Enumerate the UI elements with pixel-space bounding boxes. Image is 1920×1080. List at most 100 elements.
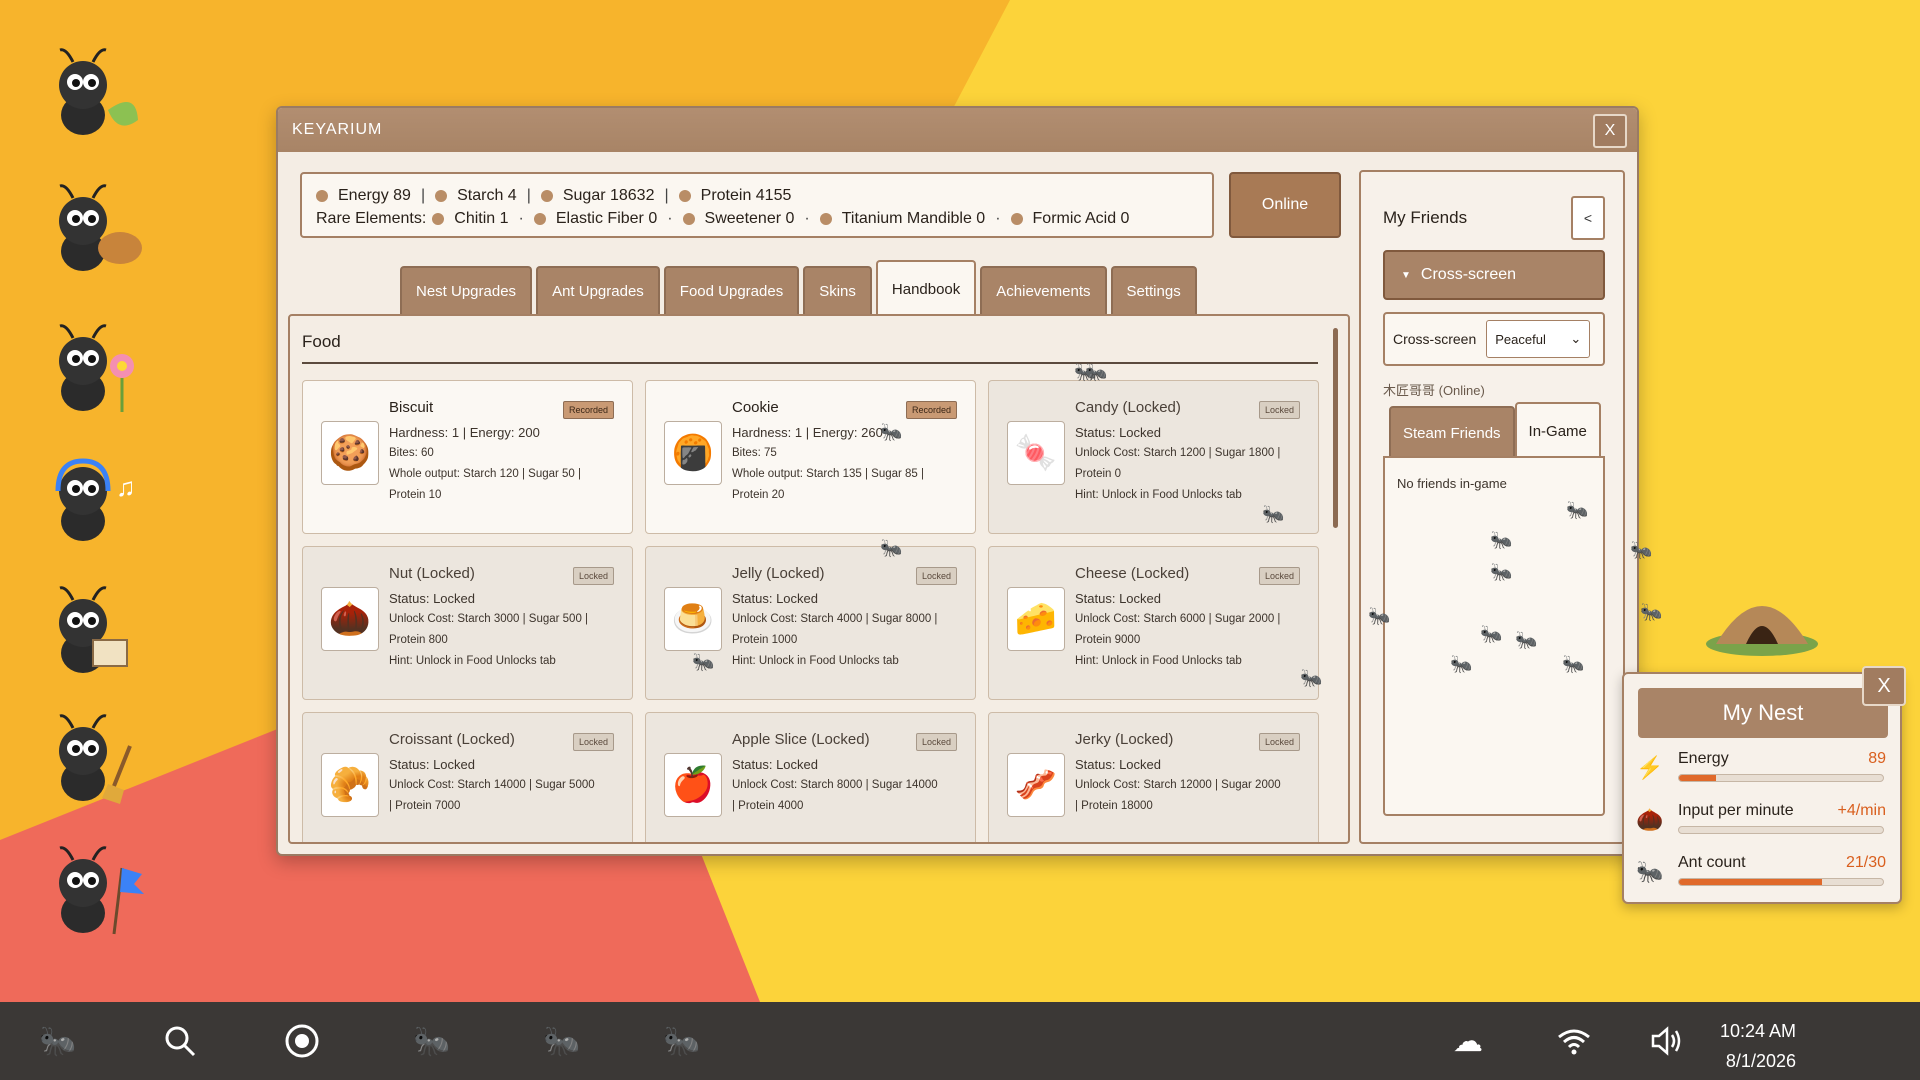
my-nest-widget: My Nest X ⚡ Energy 89 🌰 Input per minute… [1622, 666, 1906, 904]
food-card[interactable]: 🍮 Jelly (Locked) Locked Status: Locked Unloc… [645, 546, 976, 700]
task-view-icon[interactable] [274, 1013, 330, 1069]
desktop-ant-flag-icon[interactable] [38, 838, 148, 948]
desktop-ant-broom-icon[interactable] [38, 706, 148, 816]
scrollbar[interactable] [1333, 328, 1338, 528]
food-card[interactable]: 🍎 Apple Slice (Locked) Locked Status: Locke… [645, 712, 976, 842]
mode-select[interactable]: Peaceful ⌄ [1486, 320, 1591, 358]
section-title: Food [302, 332, 341, 351]
online-button[interactable]: Online [1229, 172, 1341, 238]
food-line-3: Protein 9000 [1075, 634, 1141, 646]
food-line-3: Protein 1000 [732, 634, 798, 646]
search-icon[interactable] [152, 1013, 208, 1069]
food-line-4: Hint: Unlock in Food Unlocks tab [389, 655, 556, 667]
system-clock[interactable]: 10:24 AM 8/1/2026 [1720, 1016, 1796, 1076]
tab-food-upgrades[interactable]: Food Upgrades [663, 266, 800, 314]
ant-icon: 🐜 [1636, 859, 1664, 884]
food-card[interactable]: 🧀 Cheese (Locked) Locked Status: Locked Unlo… [988, 546, 1319, 700]
food-line-1: Status: Locked [1075, 757, 1161, 772]
titanium-icon [819, 212, 832, 225]
food-line-2: Bites: 75 [732, 447, 777, 459]
tab-settings[interactable]: Settings [1110, 266, 1197, 314]
res-protein: Protein 4155 [700, 186, 792, 204]
jerky-icon: 🥓 [1007, 753, 1065, 817]
handbook-panel: Food 🍪 Biscuit Recorded Hardness: 1 | Energ… [288, 314, 1350, 844]
tab-ant-upgrades[interactable]: Ant Upgrades [536, 266, 660, 314]
cross-screen-dropdown[interactable]: ▼ Cross-screen [1383, 250, 1605, 300]
res-energy: Energy 89 [338, 186, 411, 204]
food-line-1: Status: Locked [1075, 591, 1161, 606]
roaming-ant-icon: 🐜 [1566, 500, 1589, 520]
energy-icon: ⚡ [1636, 755, 1664, 780]
food-line-3: Protein 0 [1075, 468, 1122, 480]
resource-bar: Energy 89 | Starch 4 | Sugar 18632 | Protei… [300, 172, 1214, 238]
desktop-ant-bread-icon[interactable] [38, 176, 148, 286]
cookie-icon: 🍘 [664, 421, 722, 485]
food-line-2: Unlock Cost: Starch 14000 | Sugar 5000 [389, 779, 595, 791]
tab-skins[interactable]: Skins [803, 266, 872, 314]
food-line-1: Status: Locked [732, 757, 818, 772]
friends-collapse-button[interactable]: < [1571, 196, 1605, 240]
cloud-icon[interactable]: ☁ [1440, 1013, 1496, 1069]
cheese-icon: 🧀 [1007, 587, 1065, 651]
wifi-icon[interactable] [1546, 1013, 1602, 1069]
food-card[interactable]: 🍘 Cookie Recorded Hardness: 1 | Energy: 260… [645, 380, 976, 534]
clock-time: 10:24 AM [1719, 1021, 1796, 1041]
sweetener-icon [682, 212, 695, 225]
res-sugar: Sugar 18632 [562, 186, 655, 204]
volume-icon[interactable] [1638, 1013, 1694, 1069]
roaming-ant-icon: 🐜 [1450, 654, 1473, 674]
window-close-button[interactable]: X [1593, 114, 1627, 148]
nest-close-button[interactable]: X [1862, 666, 1906, 706]
tab-achievements[interactable]: Achievements [980, 266, 1107, 314]
res-chitin: Chitin 1 [454, 209, 509, 227]
status-badge: Locked [1258, 567, 1300, 585]
start-ant-icon[interactable]: 🐜 [30, 1013, 86, 1069]
taskbar-ant-leaf-icon[interactable]: 🐜 [404, 1013, 460, 1069]
taskbar-ant-flag-icon[interactable]: 🐜 [654, 1013, 710, 1069]
protein-icon [678, 189, 691, 202]
tab-handbook[interactable]: Handbook [875, 260, 977, 316]
res-starch: Starch 4 [457, 186, 517, 204]
anthill-icon[interactable] [1702, 578, 1822, 658]
food-line-2: Unlock Cost: Starch 1200 | Sugar 1800 | [1075, 447, 1281, 459]
roaming-ant-icon: 🐜 [1262, 504, 1285, 524]
desktop-ant-leaf-icon[interactable] [38, 40, 148, 150]
status-badge: Recorded [562, 401, 614, 419]
status-badge: Recorded [905, 401, 957, 419]
nest-title: My Nest [1638, 688, 1888, 738]
desktop-ant-flower-icon[interactable] [38, 316, 148, 426]
window-title: KEYARIUM [292, 121, 383, 138]
food-line-1: Status: Locked [732, 591, 818, 606]
roaming-ant-icon: 🐜 [1368, 606, 1391, 626]
food-line-3: | Protein 4000 [732, 800, 804, 812]
res-titanium: Titanium Mandible 0 [841, 209, 986, 227]
stat-energy: ⚡ Energy 89 [1634, 746, 1890, 796]
food-card[interactable]: 🥓 Jerky (Locked) Locked Status: Locked Unloc… [988, 712, 1319, 842]
food-line-4: Hint: Unlock in Food Unlocks tab [1075, 655, 1242, 667]
food-line-1: Hardness: 1 | Energy: 260 [732, 425, 883, 440]
status-badge: Locked [1258, 733, 1300, 751]
jelly-icon: 🍮 [664, 587, 722, 651]
status-badge: Locked [1258, 401, 1300, 419]
res-elastic-fiber: Elastic Fiber 0 [555, 209, 658, 227]
desktop-ant-music-icon[interactable]: ♫ [38, 446, 148, 556]
window-titlebar[interactable]: KEYARIUM [278, 108, 1637, 152]
food-line-2: Bites: 60 [389, 447, 434, 459]
tab-steam-friends[interactable]: Steam Friends [1389, 406, 1515, 460]
food-card[interactable]: 🍪 Biscuit Recorded Hardness: 1 | Energy: 20… [302, 380, 633, 534]
food-line-2: Unlock Cost: Starch 6000 | Sugar 2000 | [1075, 613, 1281, 625]
tab-in-game[interactable]: In-Game [1514, 402, 1601, 460]
tab-nest-upgrades[interactable]: Nest Upgrades [400, 266, 533, 314]
stat-input: 🌰 Input per minute +4/min [1634, 798, 1890, 848]
keyarium-window: KEYARIUM X Energy 89 | Starch 4 | Sugar 18… [276, 106, 1639, 856]
chevron-down-icon: ⌄ [1570, 331, 1582, 346]
food-card[interactable]: 🌰 Nut (Locked) Locked Status: Locked Unlock … [302, 546, 633, 700]
food-card[interactable]: 🥐 Croissant (Locked) Locked Status: Locked U… [302, 712, 633, 842]
food-line-2: Unlock Cost: Starch 4000 | Sugar 8000 | [732, 613, 938, 625]
croissant-icon: 🥐 [321, 753, 379, 817]
desktop-ant-book-icon[interactable] [38, 578, 148, 688]
sugar-icon [540, 189, 553, 202]
triangle-down-icon: ▼ [1401, 269, 1411, 281]
taskbar-ant-music-icon[interactable]: 🐜 [534, 1013, 590, 1069]
roaming-ant-icon: 🐜 [1640, 602, 1663, 622]
